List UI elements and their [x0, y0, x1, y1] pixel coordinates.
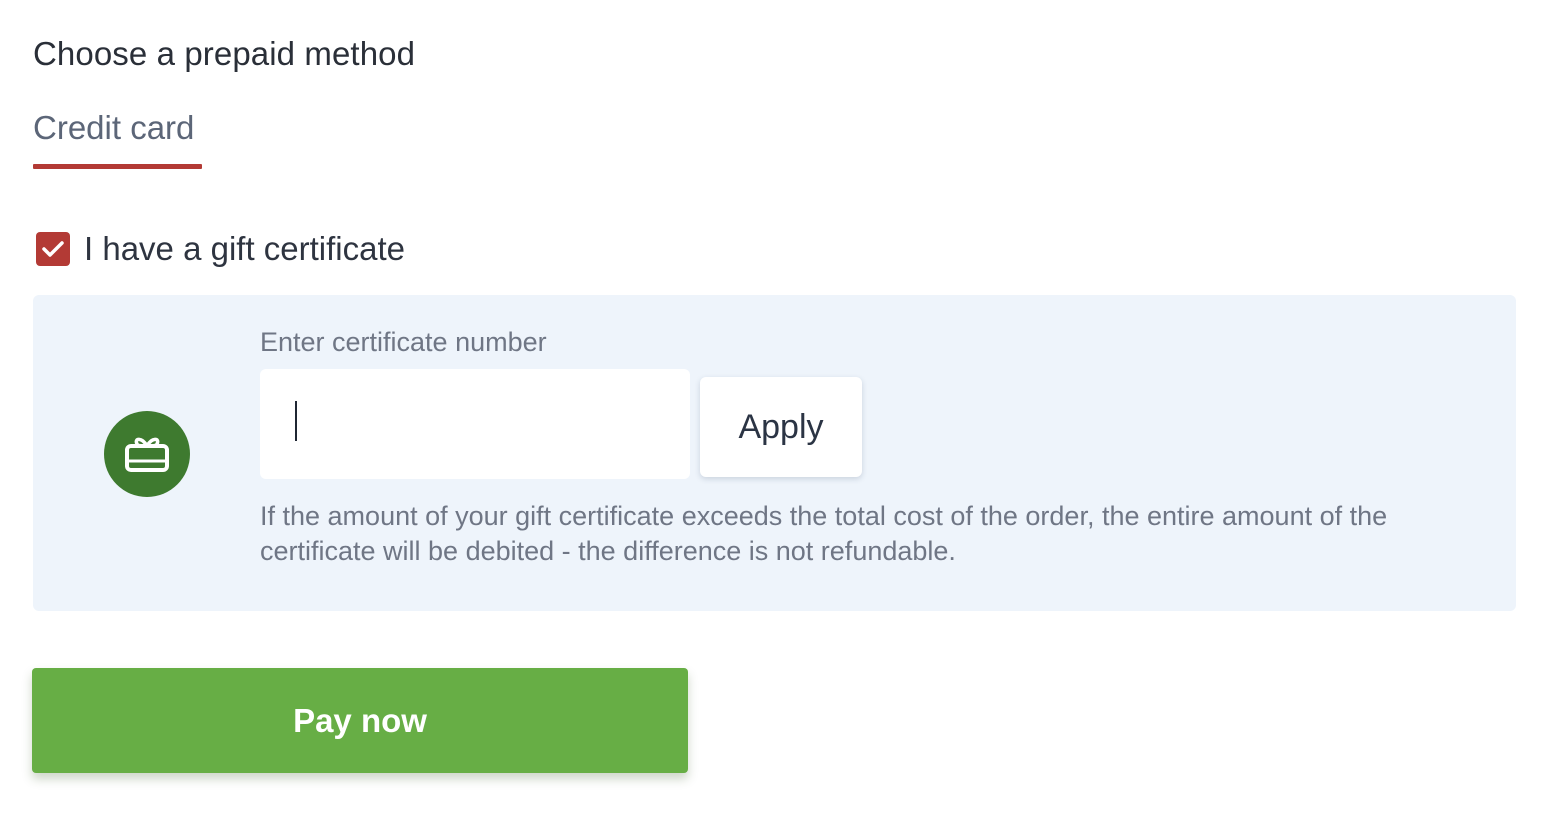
- text-cursor: [295, 401, 297, 441]
- active-tab-indicator: [33, 164, 202, 169]
- certificate-number-label: Enter certificate number: [260, 327, 547, 357]
- payment-page: Choose a prepaid method Credit card I ha…: [0, 0, 1550, 820]
- certificate-number-input[interactable]: [260, 369, 690, 479]
- pay-now-button[interactable]: Pay now: [32, 668, 688, 773]
- gift-card-icon: [104, 411, 190, 497]
- gift-certificate-label: I have a gift certificate: [84, 230, 405, 267]
- section-title: Choose a prepaid method: [33, 35, 416, 72]
- gift-certificate-checkbox[interactable]: I have a gift certificate: [36, 232, 405, 266]
- checkbox-checked-icon[interactable]: [36, 232, 70, 266]
- gift-certificate-panel: Enter certificate number Apply If the am…: [33, 295, 1516, 611]
- apply-button[interactable]: Apply: [700, 377, 862, 477]
- tab-credit-card[interactable]: Credit card: [33, 108, 194, 148]
- gift-certificate-note: If the amount of your gift certificate e…: [260, 501, 1388, 566]
